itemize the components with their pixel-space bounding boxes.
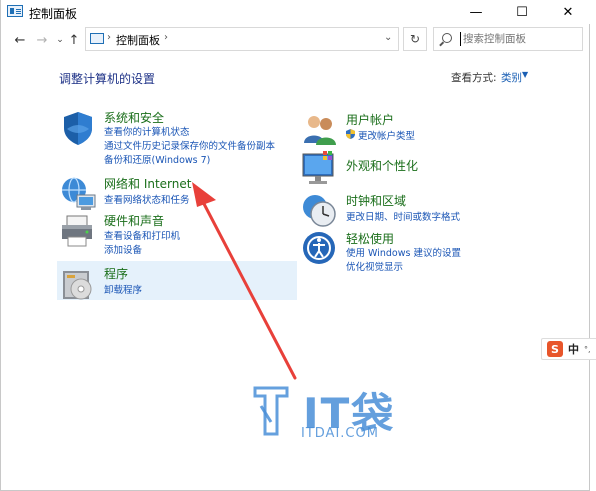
optimize-visual-display-link[interactable]: 优化视觉显示 xyxy=(346,259,403,273)
category-user-accounts: 用户帐户 更改帐户类型 xyxy=(301,111,541,145)
category-clock-region: 时钟和区域 更改日期、时间或数字格式 xyxy=(301,192,541,227)
use-recommended-settings-link[interactable]: 使用 Windows 建议的设置 xyxy=(346,245,461,259)
change-account-type-link[interactable]: 更改帐户类型 xyxy=(358,128,415,142)
back-arrow-icon[interactable]: ← xyxy=(11,31,29,49)
maximize-button[interactable]: ☐ xyxy=(499,0,545,24)
ime-punctuation[interactable]: °, xyxy=(584,345,591,354)
appearance-title[interactable]: 外观和个性化 xyxy=(346,157,418,174)
clock-globe-icon xyxy=(303,195,336,227)
uninstall-program-link[interactable]: 卸载程序 xyxy=(104,282,142,296)
category-ease-of-access: 轻松使用 使用 Windows 建议的设置 优化视觉显示 xyxy=(301,230,541,274)
breadcrumb-separator[interactable]: › xyxy=(107,32,111,43)
refresh-button[interactable]: ↻ xyxy=(403,27,427,51)
breadcrumb-control-panel[interactable]: 控制面板 xyxy=(116,32,160,48)
itdai-logo-mark xyxy=(253,386,289,436)
programs-title[interactable]: 程序 xyxy=(104,265,128,282)
view-by-dropdown[interactable]: 类别 xyxy=(501,70,522,85)
breadcrumb-separator[interactable]: › xyxy=(164,32,168,43)
clock-region-title[interactable]: 时钟和区域 xyxy=(346,192,406,209)
network-internet-title[interactable]: 网络和 Internet xyxy=(104,175,191,192)
shield-icon xyxy=(64,112,92,145)
printer-icon xyxy=(62,215,92,247)
up-arrow-icon[interactable]: ↑ xyxy=(65,31,83,49)
close-button[interactable]: ✕ xyxy=(545,0,591,24)
change-date-time-link[interactable]: 更改日期、时间或数字格式 xyxy=(346,209,460,223)
ime-toolbar[interactable]: S 中 °, xyxy=(541,338,596,360)
programs-disc-icon xyxy=(63,271,92,300)
watermark-site: ITDAI.COM xyxy=(301,426,379,441)
category-hardware-sound: 硬件和声音 查看设备和打印机 添加设备 xyxy=(59,212,299,256)
minimize-button[interactable]: — xyxy=(453,0,499,24)
sogou-logo-icon[interactable]: S xyxy=(547,341,563,357)
category-programs[interactable]: 程序 卸载程序 xyxy=(59,265,299,300)
page-title: 调整计算机的设置 xyxy=(59,72,156,86)
users-icon xyxy=(304,116,336,145)
view-by-label: 查看方式: xyxy=(451,72,497,84)
ease-of-access-icon xyxy=(303,232,335,264)
hardware-sound-title[interactable]: 硬件和声音 xyxy=(104,212,164,229)
search-input[interactable] xyxy=(460,32,580,46)
backup-restore-link[interactable]: 备份和还原(Windows 7) xyxy=(104,152,210,166)
navigation-bar: ← → ⌄ ↑ › 控制面板 › ⌄ ↻ xyxy=(1,26,591,54)
appearance-monitor-icon xyxy=(302,151,334,184)
search-box[interactable] xyxy=(433,27,583,51)
search-icon xyxy=(442,33,452,43)
file-history-backup-link[interactable]: 通过文件历史记录保存你的文件备份副本 xyxy=(104,138,275,152)
title-bar: 控制面板 — ☐ ✕ xyxy=(1,0,591,24)
address-bar[interactable]: › 控制面板 › ⌄ xyxy=(85,27,399,51)
forward-arrow-icon[interactable]: → xyxy=(33,31,51,49)
window-title: 控制面板 xyxy=(29,7,78,21)
address-dropdown-chevron-icon[interactable]: ⌄ xyxy=(384,32,392,43)
view-by-chevron-icon[interactable]: ▼ xyxy=(522,70,528,79)
add-device-link[interactable]: 添加设备 xyxy=(104,242,142,256)
user-accounts-title[interactable]: 用户帐户 xyxy=(346,111,394,128)
category-system-security: 系统和安全 查看你的计算机状态 通过文件历史记录保存你的文件备份副本 备份和还原… xyxy=(59,109,299,166)
view-computer-status-link[interactable]: 查看你的计算机状态 xyxy=(104,124,190,138)
uac-shield-icon xyxy=(346,128,355,139)
ime-mode[interactable]: 中 xyxy=(568,341,579,357)
view-devices-printers-link[interactable]: 查看设备和打印机 xyxy=(104,228,180,242)
control-panel-icon xyxy=(7,5,23,17)
view-network-status-link[interactable]: 查看网络状态和任务 xyxy=(104,192,190,206)
network-globe-icon xyxy=(62,177,96,210)
category-network-internet: 网络和 Internet 查看网络状态和任务 xyxy=(59,175,299,210)
control-panel-icon xyxy=(90,33,104,44)
category-appearance: 外观和个性化 xyxy=(301,150,541,188)
control-panel-window: 控制面板 — ☐ ✕ ← → ⌄ ↑ › 控制面板 › ⌄ ↻ 调整计算机的设置… xyxy=(0,0,591,491)
